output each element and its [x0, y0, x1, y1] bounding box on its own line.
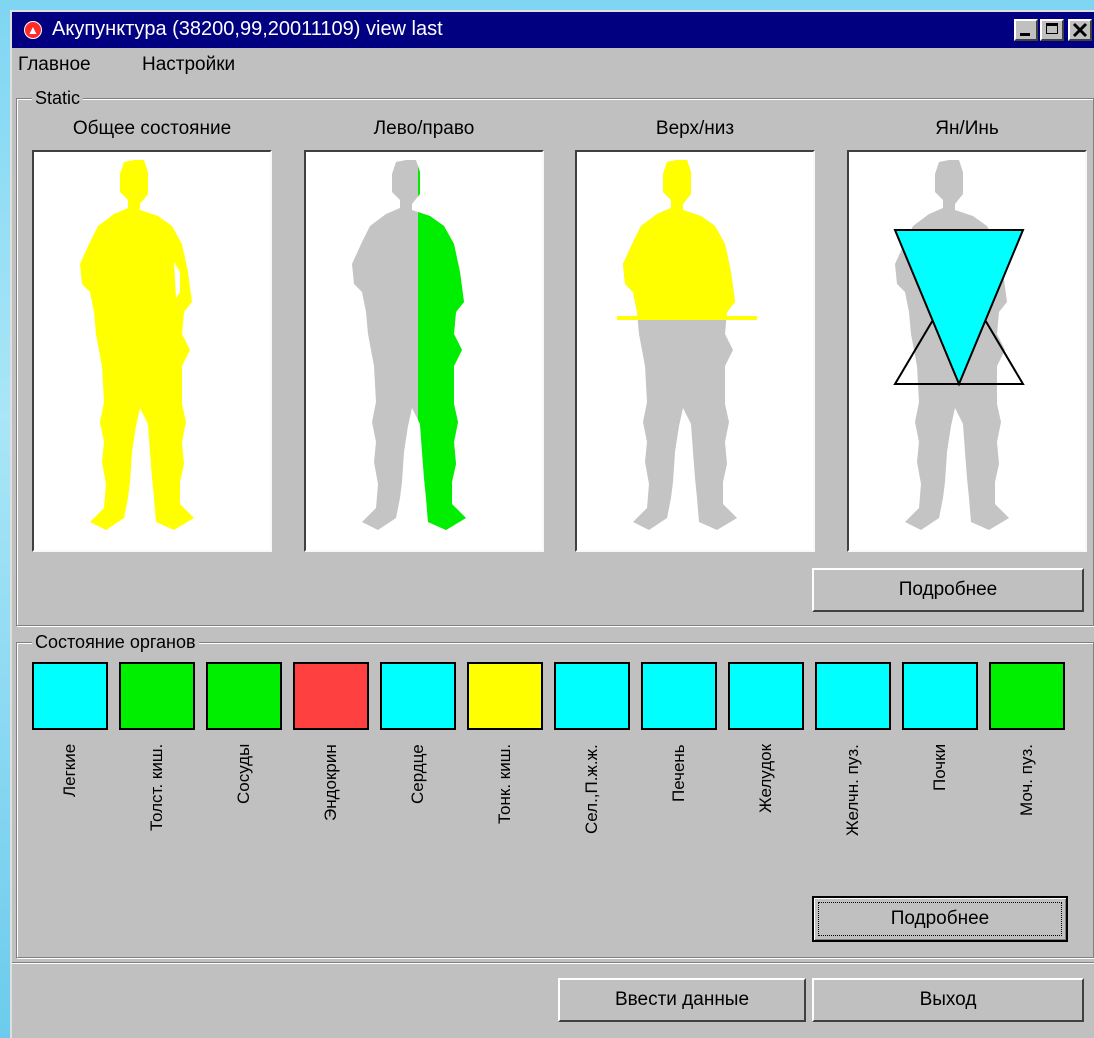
organ-label: Тонк. киш.: [495, 743, 514, 824]
organ-label: Эндокрин: [321, 744, 340, 821]
organ-indicator[interactable]: [728, 662, 804, 730]
body-silhouette-yang-yin: [893, 160, 1025, 530]
organ-indicator[interactable]: [554, 662, 630, 730]
close-icon: [1072, 22, 1088, 38]
organ-label: Желудок: [756, 743, 775, 813]
organ-indicator[interactable]: [380, 662, 456, 730]
organs-group-title: Состояние органов: [32, 632, 199, 653]
organ-label: Сосуды: [234, 743, 253, 804]
organ-indicator[interactable]: [32, 662, 108, 730]
figure-label-general: Общее состояние: [72, 118, 232, 139]
organ-label-wrap: Печень: [641, 740, 717, 890]
figure-panel-top-bottom: [575, 150, 815, 552]
organ-label-wrap: Эндокрин: [293, 740, 369, 890]
close-button[interactable]: [1068, 19, 1092, 41]
organ-indicator[interactable]: [815, 662, 891, 730]
figure-label-left-right: Лево/право: [373, 118, 475, 139]
footer-separator: [12, 962, 1094, 964]
organ-indicator[interactable]: [293, 662, 369, 730]
organ-indicator[interactable]: [206, 662, 282, 730]
figure-panel-yang-yin: [847, 150, 1087, 552]
maximize-icon: [1046, 23, 1058, 34]
organ-label-wrap: Желудок: [728, 740, 804, 890]
organ-label-wrap: Тонк. киш.: [467, 740, 543, 890]
static-group-title: Static: [32, 88, 84, 109]
menu-bar: Главное Настройки: [12, 50, 1094, 80]
organ-label-wrap: Желчн. пуз.: [815, 740, 891, 890]
organ-label: Сердце: [408, 744, 427, 804]
organ-label: Почки: [930, 743, 949, 791]
minimize-button[interactable]: [1014, 19, 1038, 41]
static-details-button[interactable]: Подробнее: [812, 568, 1084, 612]
body-silhouette-top-bottom: [617, 160, 757, 530]
figure-panel-left-right: [304, 150, 544, 552]
organs-details-button[interactable]: Подробнее: [812, 896, 1068, 942]
focus-rect: [818, 902, 1062, 936]
organ-label: Желчн. пуз.: [843, 744, 862, 836]
organ-indicator[interactable]: [467, 662, 543, 730]
organ-indicator[interactable]: [989, 662, 1065, 730]
figure-label-top-bottom: Верх/низ: [655, 118, 735, 139]
figure-label-yang-yin: Ян/Инь: [935, 118, 999, 139]
organ-label: Печень: [669, 744, 688, 802]
organ-indicator[interactable]: [119, 662, 195, 730]
organ-label-wrap: Толст. киш.: [119, 740, 195, 890]
organ-label-wrap: Сосуды: [206, 740, 282, 890]
organ-indicator[interactable]: [641, 662, 717, 730]
organ-label: Сел.,П.ж.ж.: [582, 744, 601, 834]
window-title: Акупунктура (38200,99,20011109) view las…: [52, 18, 443, 40]
maximize-button[interactable]: [1040, 19, 1064, 41]
organ-label-wrap: Легкие: [32, 740, 108, 890]
organ-label-wrap: Сел.,П.ж.ж.: [554, 740, 630, 890]
organ-label-wrap: Почки: [902, 740, 978, 890]
title-bar[interactable]: ▲ Акупунктура (38200,99,20011109) view l…: [12, 12, 1094, 48]
minimize-icon: [1020, 33, 1030, 36]
menu-settings[interactable]: Настройки: [142, 54, 235, 76]
menu-main[interactable]: Главное: [18, 54, 91, 76]
organ-label: Моч. пуз.: [1017, 744, 1036, 816]
body-silhouette-left-right: [352, 160, 466, 530]
figure-panel-general: [32, 150, 272, 552]
organ-label: Легкие: [60, 743, 79, 797]
organ-label-wrap: Моч. пуз.: [989, 740, 1065, 890]
organ-label-wrap: Сердце: [380, 740, 456, 890]
enter-data-button[interactable]: Ввести данные: [558, 978, 806, 1022]
app-window: ▲ Акупунктура (38200,99,20011109) view l…: [10, 10, 1094, 1038]
body-silhouette-general: [80, 160, 194, 530]
organ-indicator[interactable]: [902, 662, 978, 730]
organ-label: Толст. киш.: [147, 743, 166, 831]
app-logo-icon[interactable]: ▲: [24, 21, 42, 39]
exit-button[interactable]: Выход: [812, 978, 1084, 1022]
